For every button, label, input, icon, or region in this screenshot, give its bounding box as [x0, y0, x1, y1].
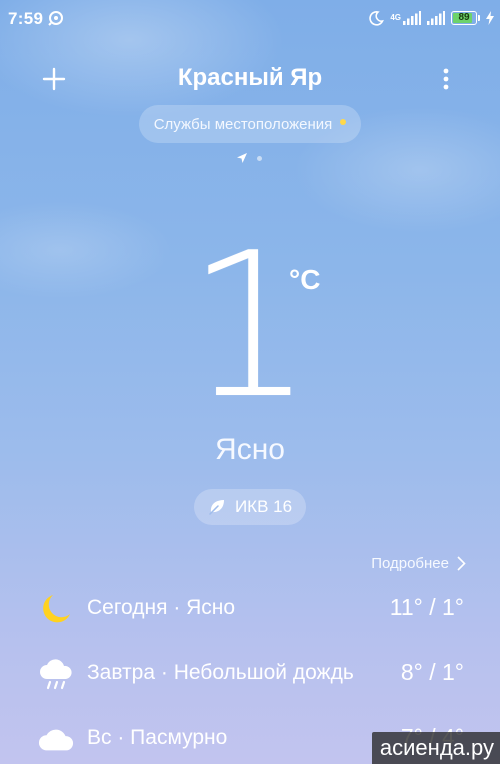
- charging-icon: [486, 11, 494, 25]
- city-title: Красный Яр: [177, 64, 323, 91]
- current-temperature: 1: [186, 210, 314, 443]
- battery-tip: [478, 15, 480, 21]
- location-services-button[interactable]: Службы местоположения: [139, 105, 361, 143]
- forecast-temps: 8° / 1°: [400, 659, 464, 685]
- add-city-button[interactable]: [38, 63, 70, 95]
- notification-icon: [48, 11, 63, 26]
- page-indicator: [236, 151, 266, 165]
- forecast-day-condition: Завтра · Небольшой дождь: [87, 661, 354, 684]
- forecast-row-today[interactable]: Сегодня · Ясно 11° / 1°: [0, 589, 500, 629]
- location-services-label: Службы местоположения: [153, 115, 333, 133]
- battery-icon: 89: [451, 11, 477, 25]
- forecast-day-condition: Вс · Пасмурно: [87, 726, 228, 749]
- plus-icon: [42, 67, 66, 91]
- leaf-icon: [209, 500, 224, 515]
- page-dot: [257, 155, 262, 161]
- aqi-label: ИКВ 16: [234, 497, 293, 516]
- rain-cloud-icon: [38, 657, 74, 691]
- cloud-icon: [38, 722, 74, 756]
- status-bar: 7:59 4G 89: [0, 0, 500, 36]
- temperature-unit: °C: [289, 264, 321, 295]
- moon-icon: [38, 592, 74, 626]
- more-options-button[interactable]: [432, 63, 460, 95]
- location-arrow-icon: [237, 153, 247, 163]
- network-type-label: 4G: [390, 13, 401, 22]
- forecast-temps: 11° / 1°: [389, 594, 464, 620]
- aqi-button[interactable]: ИКВ 16: [194, 489, 306, 525]
- details-label: Подробнее: [371, 555, 449, 572]
- more-vertical-icon: [443, 68, 449, 90]
- chevron-right-icon: [457, 556, 466, 571]
- signal-icon-2: [427, 11, 445, 25]
- moon-icon: [369, 11, 385, 26]
- battery-level: 89: [458, 12, 470, 23]
- location-status-dot: [340, 119, 347, 125]
- status-time: 7:59: [8, 9, 44, 28]
- forecast-day-condition: Сегодня · Ясно: [87, 596, 236, 619]
- current-condition: Ясно: [215, 433, 285, 466]
- forecast-row-tomorrow[interactable]: Завтра · Небольшой дождь 8° / 1°: [0, 654, 500, 694]
- details-link[interactable]: Подробнее: [371, 555, 466, 572]
- watermark: асиенда.ру: [371, 732, 500, 764]
- signal-icon: [403, 11, 421, 25]
